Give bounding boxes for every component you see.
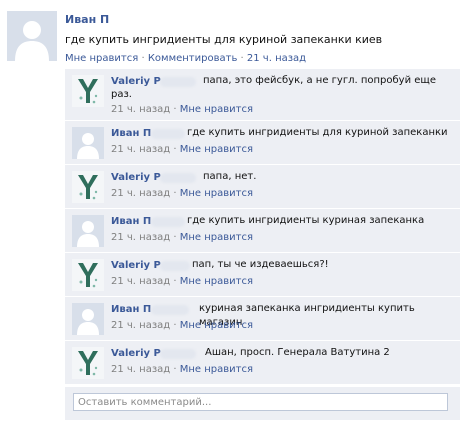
comment-avatar[interactable]: [72, 75, 104, 107]
comment-list: Valeriy P папа, это фейсбук, а не гугл. …: [65, 69, 460, 384]
comment-like-link[interactable]: Мне нравится: [180, 104, 253, 115]
comment-like-link[interactable]: Мне нравится: [180, 364, 253, 375]
comment-meta: 21 ч. назад · Мне нравится: [111, 104, 253, 115]
comment-like-link[interactable]: Мне нравится: [180, 320, 253, 331]
name-blur: [160, 349, 196, 359]
comment-item: Иван П куриная запеканка ингридиенты куп…: [65, 297, 460, 341]
comment-meta: 21 ч. назад · Мне нравится: [111, 364, 253, 375]
comment-author[interactable]: Valeriy P: [111, 172, 161, 183]
separator: ·: [141, 53, 145, 64]
comment-author[interactable]: Valeriy P: [111, 76, 161, 87]
comment-like-link[interactable]: Мне нравится: [180, 188, 253, 199]
comment-text-continued: раз.: [111, 89, 132, 100]
y-logo-icon: [72, 75, 104, 107]
post-text: где купить ингридиенты для куриной запек…: [65, 33, 383, 46]
y-logo-icon: [72, 347, 104, 379]
comment-author[interactable]: Иван П: [111, 128, 151, 139]
comment-author[interactable]: Valeriy P: [111, 260, 161, 271]
comment-author[interactable]: Иван П: [111, 216, 151, 227]
comment-time[interactable]: 21 ч. назад: [111, 320, 170, 331]
comment-text: папа, это фейсбук, а не гугл. попробуй е…: [203, 75, 436, 86]
post-meta: Мне нравится · Комментировать · 21 ч. на…: [65, 53, 306, 64]
comment-time[interactable]: 21 ч. назад: [111, 188, 170, 199]
comment-time[interactable]: 21 ч. назад: [111, 364, 170, 375]
post-author[interactable]: Иван П: [65, 13, 109, 26]
comment-time[interactable]: 21 ч. назад: [111, 144, 170, 155]
comment-meta: 21 ч. назад · Мне нравится: [111, 188, 253, 199]
y-logo-icon: [72, 171, 104, 203]
comment-avatar[interactable]: [72, 347, 104, 379]
comment-like-link[interactable]: Мне нравится: [180, 144, 253, 155]
comment-text: где купить ингридиенты куриная запеканка: [187, 215, 425, 226]
comment-input[interactable]: [73, 393, 448, 411]
person-silhouette-icon: [7, 11, 57, 61]
like-link[interactable]: Мне нравится: [65, 53, 138, 64]
comment-time[interactable]: 21 ч. назад: [111, 232, 170, 243]
comment-meta: 21 ч. назад · Мне нравится: [111, 320, 253, 331]
comment-text: Ашан, просп. Генерала Ватутина 2: [205, 347, 390, 358]
comment-text: где купить ингридиенты для куриной запек…: [187, 127, 448, 138]
comment-item: Valeriy P пап, ты че издеваешься?! 21 ч.…: [65, 253, 460, 297]
name-blur: [160, 261, 190, 271]
name-blur: [151, 129, 185, 139]
comment-input-area: [65, 387, 460, 420]
comment-text: папа, нет.: [203, 171, 257, 182]
name-blur: [160, 173, 196, 183]
person-silhouette-icon: [72, 127, 104, 159]
person-silhouette-icon: [72, 215, 104, 247]
comment-meta: 21 ч. назад · Мне нравится: [111, 144, 253, 155]
comment-avatar[interactable]: [72, 259, 104, 291]
comment-item: Valeriy P папа, нет. 21 ч. назад · Мне н…: [65, 165, 460, 209]
comment-meta: 21 ч. назад · Мне нравится: [111, 276, 253, 287]
person-silhouette-icon: [72, 303, 104, 335]
comment-item: Valeriy P папа, это фейсбук, а не гугл. …: [65, 69, 460, 121]
comment-meta: 21 ч. назад · Мне нравится: [111, 232, 253, 243]
y-logo-icon: [72, 259, 104, 291]
comment-like-link[interactable]: Мне нравится: [180, 232, 253, 243]
comment-avatar[interactable]: [72, 171, 104, 203]
name-blur: [160, 77, 196, 87]
post-avatar[interactable]: [7, 11, 57, 61]
comment-item: Valeriy P Ашан, просп. Генерала Ватутина…: [65, 341, 460, 384]
comment-like-link[interactable]: Мне нравится: [180, 276, 253, 287]
comment-avatar[interactable]: [72, 303, 104, 335]
comment-author[interactable]: Иван П: [111, 304, 151, 315]
comment-time[interactable]: 21 ч. назад: [111, 104, 170, 115]
name-blur: [151, 305, 189, 315]
comment-item: Иван П где купить ингридиенты для курино…: [65, 121, 460, 165]
comment-link[interactable]: Комментировать: [148, 53, 238, 64]
comment-item: Иван П где купить ингридиенты куриная за…: [65, 209, 460, 253]
comment-text: пап, ты че издеваешься?!: [192, 259, 329, 270]
post-time[interactable]: 21 ч. назад: [247, 53, 306, 64]
comment-time[interactable]: 21 ч. назад: [111, 276, 170, 287]
comment-avatar[interactable]: [72, 127, 104, 159]
name-blur: [151, 217, 185, 227]
comment-author[interactable]: Valeriy P: [111, 348, 161, 359]
separator: ·: [240, 53, 244, 64]
comment-avatar[interactable]: [72, 215, 104, 247]
